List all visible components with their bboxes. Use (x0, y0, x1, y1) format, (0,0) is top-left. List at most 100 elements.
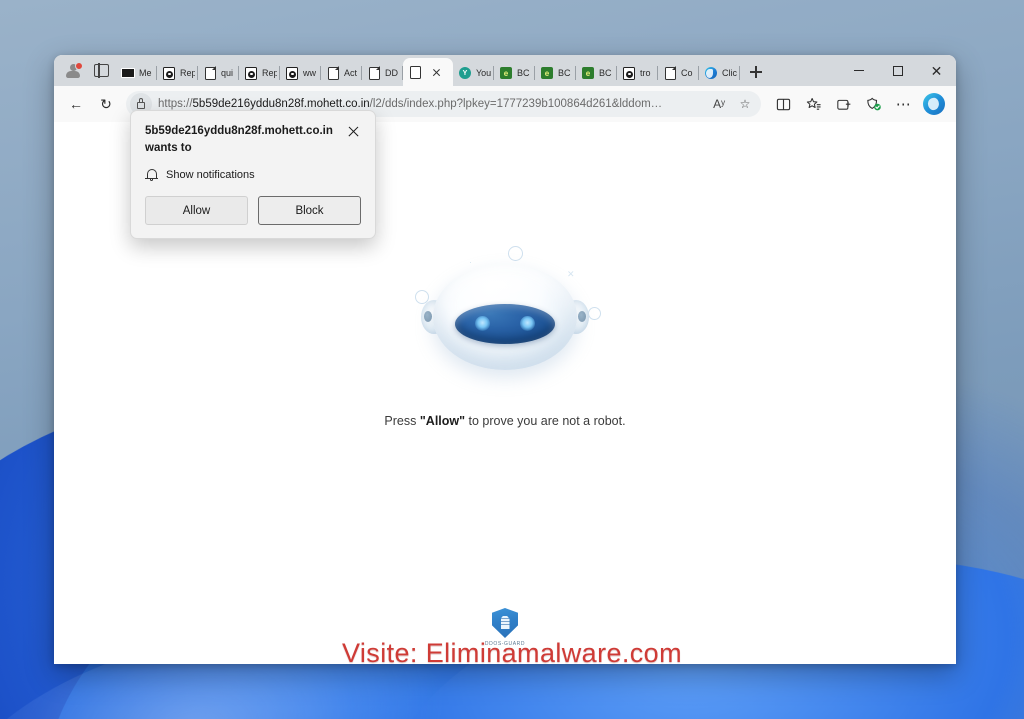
tab-title: BC (599, 68, 612, 78)
browser-toolbar-actions: ⋯ (769, 90, 948, 118)
dark-bar-icon (121, 66, 135, 80)
maximize-button[interactable] (878, 55, 917, 86)
pdf-icon (162, 66, 176, 80)
allow-button[interactable]: Allow (145, 196, 248, 226)
tab-title: Act (344, 68, 358, 78)
captcha-robot-icon: · ✕ (405, 242, 605, 392)
instruction-emphasis: "Allow" (419, 414, 466, 428)
robot-visor (455, 304, 555, 344)
permission-request-row: Show notifications (145, 168, 361, 182)
split-screen-icon (776, 98, 791, 110)
watermark-text: Visite: Eliminamalware.com (341, 638, 682, 668)
close-window-button[interactable]: ✕ (917, 55, 956, 86)
green-square-icon: e (499, 66, 513, 80)
dialog-header: 5b59de216yddu8n28f.mohett.co.in wants to (145, 123, 361, 156)
browser-tab[interactable]: DD (362, 60, 403, 86)
titlebar-left-controls (54, 55, 114, 86)
tab-title: You (476, 68, 491, 78)
browser-tab[interactable]: tro (617, 60, 658, 86)
browser-tab-active[interactable] (403, 58, 453, 86)
browser-tab[interactable]: e BC (535, 60, 576, 86)
tab-title: Clic (722, 68, 737, 78)
green-square-icon: e (540, 66, 554, 80)
ellipsis-icon: ⋯ (895, 95, 912, 113)
instruction-suffix: to prove you are not a robot. (465, 414, 626, 428)
copilot-button[interactable] (919, 90, 948, 118)
close-icon[interactable] (430, 66, 443, 79)
document-icon (663, 66, 677, 80)
address-bar-url: https://5b59de216yddu8n28f.mohett.co.in/… (158, 98, 707, 110)
browser-tab[interactable]: e BC (494, 60, 535, 86)
document-icon (326, 66, 340, 80)
read-aloud-button[interactable]: Aʸ (707, 92, 731, 116)
decorative-sparkle: · (469, 257, 472, 267)
close-icon[interactable] (346, 124, 361, 139)
document-icon (203, 66, 217, 80)
tab-actions-menu-icon (93, 63, 109, 78)
browser-tab[interactable]: ww (280, 60, 321, 86)
new-tab-button[interactable] (744, 60, 768, 84)
browser-tab[interactable]: e BC (576, 60, 617, 86)
minimize-button[interactable] (839, 55, 878, 86)
add-favorite-button[interactable]: ☆ (733, 92, 757, 116)
browser-security-button[interactable] (859, 90, 888, 118)
robot-highlight (459, 272, 537, 298)
browser-tab[interactable]: Clic (699, 60, 740, 86)
block-button[interactable]: Block (258, 196, 361, 226)
document-icon (367, 66, 381, 80)
notification-permission-dialog: 5b59de216yddu8n28f.mohett.co.in wants to… (130, 110, 376, 240)
dialog-actions: Allow Block (145, 196, 361, 226)
favorites-button[interactable] (799, 90, 828, 118)
back-button[interactable]: ← (62, 90, 90, 118)
green-square-icon: e (581, 66, 595, 80)
decorative-sparkle: ✕ (567, 269, 575, 279)
profile-button[interactable] (60, 59, 86, 83)
tab-title: Co (681, 68, 693, 78)
refresh-icon: ↻ (100, 95, 112, 112)
tab-strip: Me Rep qui Rep ww Act DD Y You e BC e BC… (114, 55, 839, 86)
decorative-bubble (508, 246, 523, 261)
permission-label: Show notifications (166, 169, 255, 182)
profile-avatar-icon (65, 61, 83, 79)
robot-eye-right (520, 316, 535, 331)
shield-check-icon (867, 97, 881, 111)
tab-title: DD (385, 68, 398, 78)
back-arrow-icon: ← (69, 96, 83, 112)
collections-button[interactable] (829, 90, 858, 118)
robot-eye-left (475, 316, 490, 331)
tab-title: ww (303, 68, 316, 78)
window-controls: ✕ (839, 55, 956, 86)
browser-tab[interactable]: Rep (239, 60, 280, 86)
bell-icon (145, 168, 158, 182)
star-icon: ☆ (739, 97, 751, 111)
pdf-icon (285, 66, 299, 80)
pdf-icon (244, 66, 258, 80)
captcha-container: · ✕ Press "Allow" to prove you are not a… (54, 242, 956, 428)
tab-title: tro (640, 68, 651, 78)
dialog-title: 5b59de216yddu8n28f.mohett.co.in wants to (145, 125, 333, 154)
copilot-icon (922, 93, 945, 115)
browser-titlebar: Me Rep qui Rep ww Act DD Y You e BC e BC… (54, 55, 956, 86)
edge-icon (704, 66, 718, 80)
url-scheme: https:// (158, 98, 193, 110)
favorites-star-icon (806, 97, 821, 110)
url-path: /l2/dds/index.php?lpkey=1777239b100864d2… (369, 98, 663, 110)
settings-and-more-button[interactable]: ⋯ (889, 90, 918, 118)
instruction-prefix: Press (384, 414, 420, 428)
browser-tab[interactable]: Y You (453, 60, 494, 86)
tab-actions-button[interactable] (88, 59, 114, 83)
split-screen-button[interactable] (769, 90, 798, 118)
browser-tab[interactable]: Rep (157, 60, 198, 86)
tab-title: BC (517, 68, 530, 78)
tab-title: BC (558, 68, 571, 78)
tab-title: qui (221, 68, 234, 78)
lock-icon (137, 98, 145, 109)
browser-tab[interactable]: Me (116, 60, 157, 86)
tab-title: Rep (180, 68, 195, 78)
browser-tab[interactable]: Act (321, 60, 362, 86)
teal-circle-icon: Y (458, 66, 472, 80)
refresh-button[interactable]: ↻ (92, 90, 120, 118)
browser-tab[interactable]: Co (658, 60, 699, 86)
browser-tab[interactable]: qui (198, 60, 239, 86)
tab-title: Me (139, 68, 152, 78)
